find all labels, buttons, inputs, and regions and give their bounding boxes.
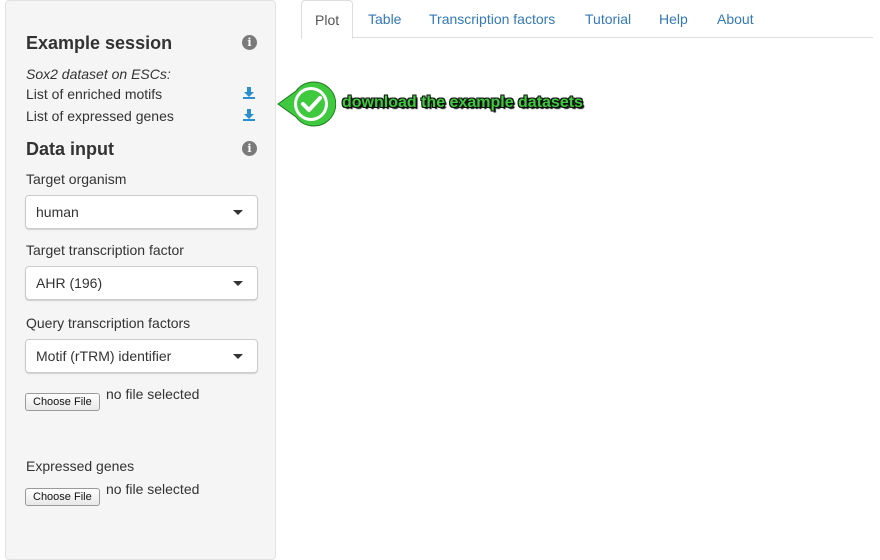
tab-help[interactable]: Help xyxy=(659,0,688,38)
chevron-down-icon xyxy=(233,281,243,286)
download-icon[interactable] xyxy=(242,108,256,122)
target-organism-label: Target organism xyxy=(26,171,127,187)
target-tf-value: AHR (196) xyxy=(36,275,103,291)
query-tf-label: Query transcription factors xyxy=(26,315,191,331)
chevron-down-icon xyxy=(233,210,243,215)
example-session-title: Example session xyxy=(26,33,173,53)
tab-table[interactable]: Table xyxy=(368,0,401,38)
tab-transcription-factors[interactable]: Transcription factors xyxy=(429,0,555,38)
expressed-file-status: no file selected xyxy=(106,481,200,497)
info-icon[interactable]: i xyxy=(242,141,257,156)
info-icon[interactable]: i xyxy=(242,35,257,50)
query-file-status: no file selected xyxy=(106,386,200,402)
query-file-choose-button[interactable]: Choose File xyxy=(25,393,100,411)
annotation-text: download the example datasets xyxy=(342,94,583,111)
tab-about[interactable]: About xyxy=(717,0,754,38)
target-tf-label: Target transcription factor xyxy=(26,242,184,258)
download-icon[interactable] xyxy=(242,86,256,100)
query-tf-value: Motif (rTRM) identifier xyxy=(36,348,172,364)
expressed-genes-link-label: List of expressed genes xyxy=(26,108,174,124)
expressed-genes-label: Expressed genes xyxy=(26,458,135,474)
target-organism-select[interactable]: human xyxy=(25,195,258,229)
enriched-motifs-link-label: List of enriched motifs xyxy=(26,86,163,102)
example-subtitle: Sox2 dataset on ESCs: xyxy=(26,66,171,82)
check-icon xyxy=(277,81,336,127)
target-tf-select[interactable]: AHR (196) xyxy=(25,266,258,300)
tab-tutorial[interactable]: Tutorial xyxy=(585,0,631,38)
expressed-file-choose-button[interactable]: Choose File xyxy=(25,488,100,506)
target-organism-value: human xyxy=(36,204,79,220)
data-input-title: Data input xyxy=(26,139,114,159)
sidebar-panel: Example session i Sox2 dataset on ESCs: … xyxy=(5,0,276,560)
tab-plot[interactable]: Plot xyxy=(301,0,354,39)
query-tf-select[interactable]: Motif (rTRM) identifier xyxy=(25,339,258,373)
chevron-down-icon xyxy=(233,354,243,359)
